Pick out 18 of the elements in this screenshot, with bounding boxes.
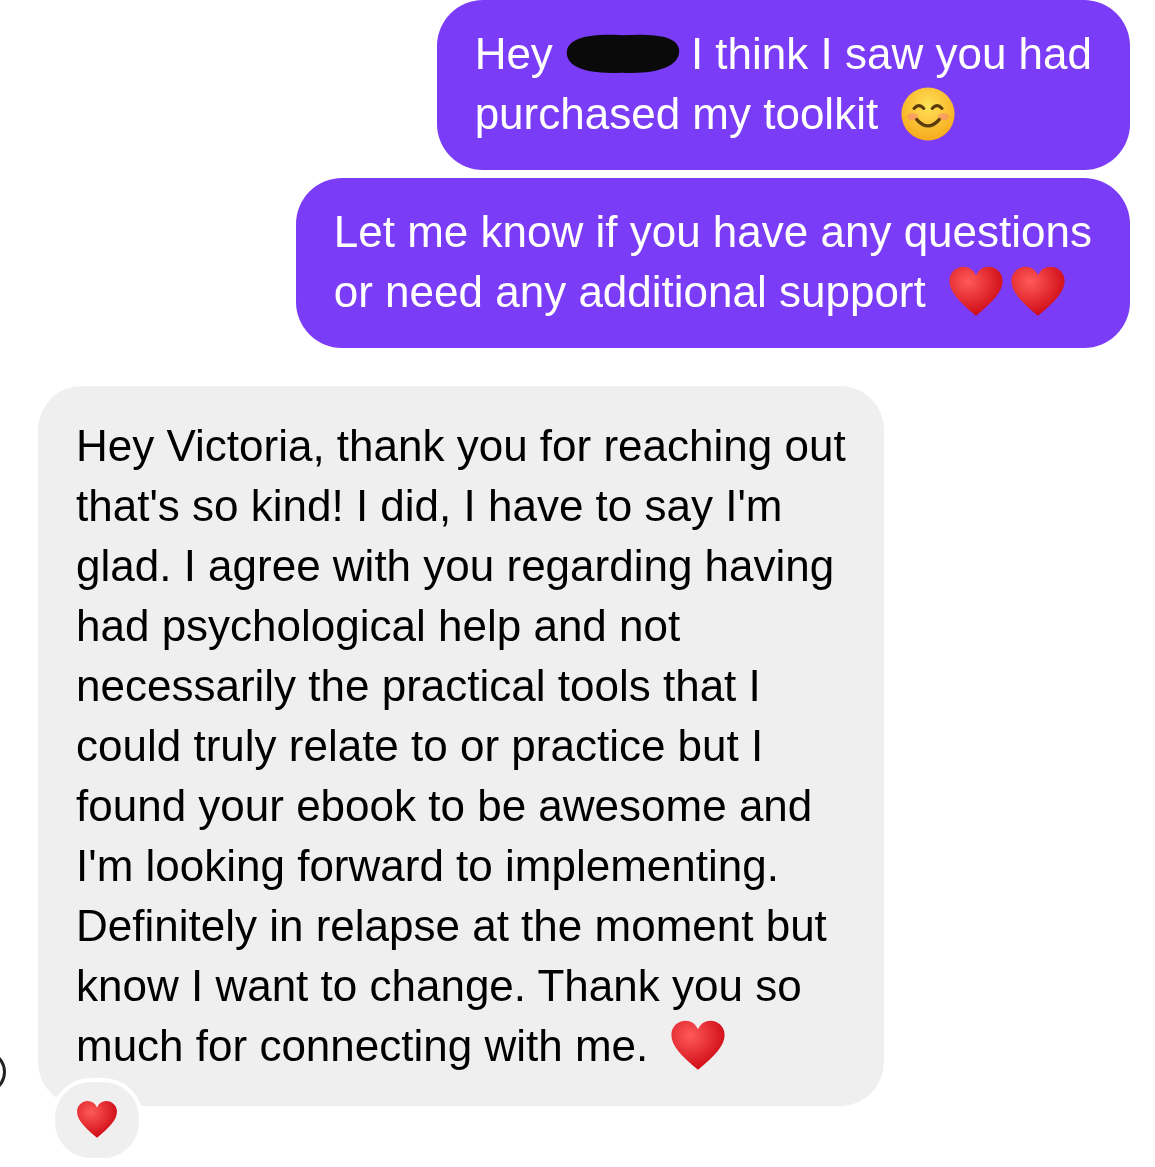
message-text: know I want to change. Thank you so: [76, 961, 802, 1011]
message-text: could truly relate to or practice but I: [76, 721, 764, 771]
message-text: purchased my toolkit: [474, 89, 879, 139]
heart-icon: [76, 1101, 118, 1139]
message-text: much for connecting with me.: [76, 1021, 649, 1071]
message-text: Hey Victoria, thank you for reaching out: [76, 421, 846, 471]
message-text: necessarily the practical tools that I: [76, 661, 761, 711]
message-text: that's so kind! I did, I have to say I'm: [76, 481, 783, 531]
message-text: I think I saw you had: [690, 29, 1092, 79]
message-text: Hey: [474, 29, 553, 79]
message-text: found your ebook to be awesome and: [76, 781, 813, 831]
message-text: glad. I agree with you regarding having: [76, 541, 835, 591]
smiley-icon: [900, 86, 957, 142]
message-text: or need any additional support: [333, 267, 926, 317]
message-text: had psychological help and not: [76, 601, 681, 651]
message-text: Definitely in relapse at the moment but: [76, 901, 827, 951]
message-text: Let me know if you have any questions: [333, 207, 1092, 257]
message-text: I'm looking forward to implementing.: [76, 841, 779, 891]
